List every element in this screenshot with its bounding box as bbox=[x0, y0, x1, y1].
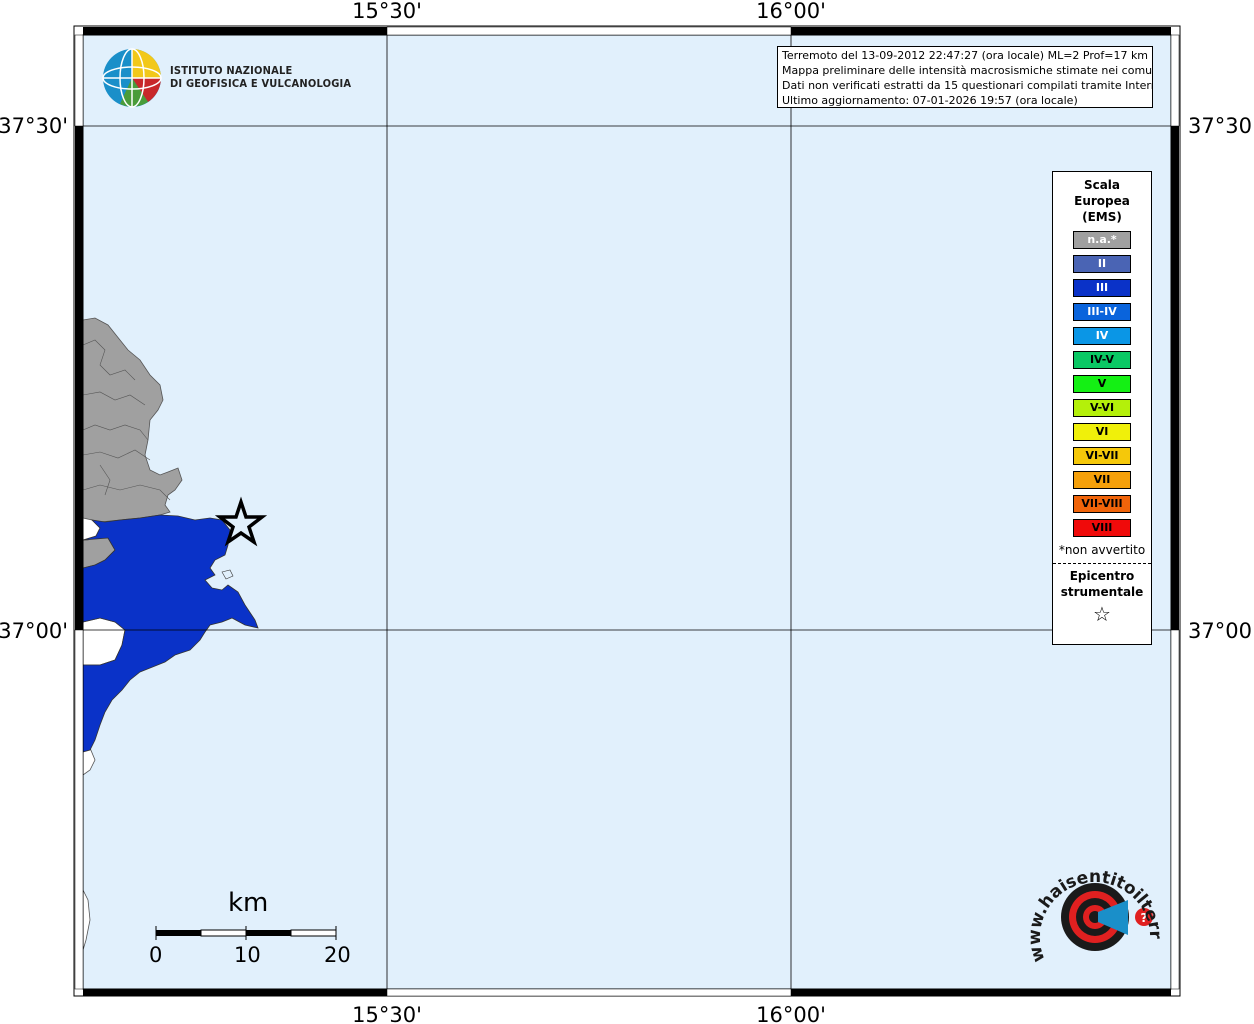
legend-item: II bbox=[1073, 255, 1131, 273]
info-line-1: Terremoto del 13-09-2012 22:47:27 (ora l… bbox=[782, 49, 1149, 62]
legend-item: IV-V bbox=[1073, 351, 1131, 369]
legend-title-line3: (EMS) bbox=[1082, 210, 1122, 224]
legend-item: III bbox=[1073, 279, 1131, 297]
lat-label-right-2: 37°00' bbox=[1188, 619, 1254, 643]
legend-star-icon: ☆ bbox=[1093, 602, 1111, 626]
lat-label-left-1: 37°30' bbox=[0, 114, 68, 138]
ingv-logo-icon bbox=[102, 48, 162, 108]
legend-item: VI bbox=[1073, 423, 1131, 441]
legend-item: VII bbox=[1073, 471, 1131, 489]
info-line-3: Dati non verificati estratti da 15 quest… bbox=[782, 79, 1153, 92]
legend-title-line2: Europea bbox=[1074, 194, 1130, 208]
legend-title-line1: Scala bbox=[1083, 178, 1121, 192]
scale-label-20: 20 bbox=[324, 943, 351, 967]
sea-area bbox=[83, 35, 1171, 989]
lon-label-top-2: 16°00' bbox=[756, 0, 826, 23]
scale-label-0: 0 bbox=[149, 943, 163, 967]
legend-item: VIII bbox=[1073, 519, 1131, 537]
legend-item: IV bbox=[1073, 327, 1131, 345]
lon-label-bottom-1: 15°30' bbox=[352, 1003, 422, 1024]
lon-label-top-1: 15°30' bbox=[352, 0, 422, 23]
legend-epicenter-label: Epicentro strumentale bbox=[1053, 568, 1151, 600]
legend-divider bbox=[1053, 563, 1151, 564]
legend-item: VII-VIII bbox=[1073, 495, 1131, 513]
intensity-legend: Scala Europea (EMS) n.a.* II III III-IV IV IV… bbox=[1052, 171, 1152, 645]
info-line-2: Mappa preliminare delle intensità macros… bbox=[782, 64, 1153, 77]
lon-label-bottom-2: 16°00' bbox=[756, 1003, 826, 1024]
legend-note: *non avvertito bbox=[1058, 543, 1146, 557]
lat-label-left-2: 37°00' bbox=[0, 619, 68, 643]
scale-unit: km bbox=[228, 888, 269, 918]
legend-items: n.a.* II III III-IV IV IV-V V V-VI VI VI-VII VII VI… bbox=[1053, 231, 1151, 537]
legend-item: III-IV bbox=[1073, 303, 1131, 321]
scale-label-10: 10 bbox=[234, 943, 261, 967]
lat-label-right-1: 37°30' bbox=[1188, 114, 1254, 138]
legend-item: V-VI bbox=[1073, 399, 1131, 417]
legend-item: V bbox=[1073, 375, 1131, 393]
legend-epicenter-line1: Epicentro bbox=[1069, 569, 1135, 583]
legend-title: Scala Europea (EMS) bbox=[1053, 177, 1151, 225]
info-line-4: Ultimo aggiornamento: 07-01-2026 19:57 (… bbox=[782, 94, 1078, 107]
legend-epicenter-line2: strumentale bbox=[1060, 585, 1144, 599]
ingv-name-line1: ISTITUTO NAZIONALE bbox=[170, 64, 293, 77]
legend-item: n.a.* bbox=[1073, 231, 1131, 249]
ingv-logo-text: ISTITUTO NAZIONALE DI GEOFISICA E VULCAN… bbox=[170, 64, 351, 90]
legend-item: VI-VII bbox=[1073, 447, 1131, 465]
ingv-name-line2: DI GEOFISICA E VULCANOLOGIA bbox=[170, 77, 352, 90]
event-info-box: Terremoto del 13-09-2012 22:47:27 (ora l… bbox=[777, 46, 1153, 108]
